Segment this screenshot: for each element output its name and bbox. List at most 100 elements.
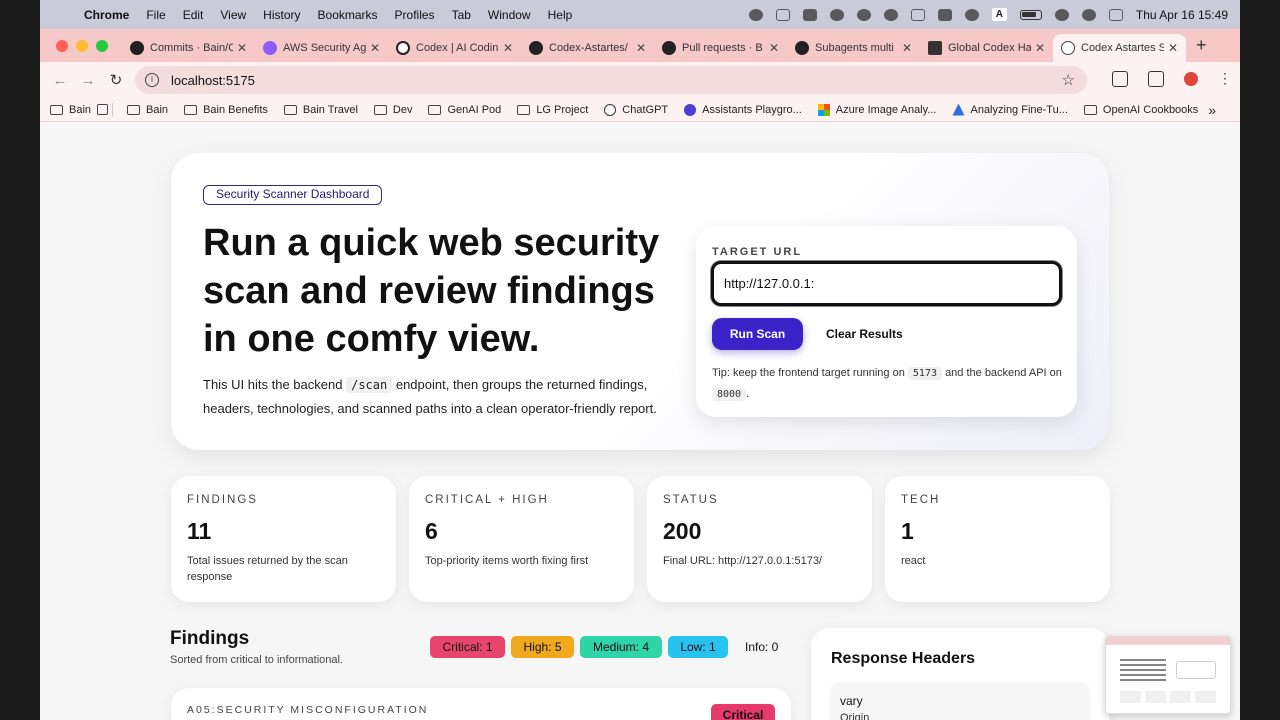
menu-file[interactable]: File bbox=[146, 8, 165, 22]
address-url[interactable]: localhost:5175 bbox=[171, 73, 255, 88]
thumbnail-toolbar bbox=[1106, 637, 1230, 645]
folder-icon bbox=[373, 104, 387, 115]
menubar-clock[interactable]: Thu Apr 16 15:49 bbox=[1136, 8, 1228, 22]
finding-category: A05:SECURITY MISCONFIGURATION bbox=[187, 704, 429, 716]
address-bar[interactable]: i localhost:5175 ☆ bbox=[135, 66, 1087, 94]
airplane-icon[interactable] bbox=[829, 8, 844, 21]
slack-icon[interactable] bbox=[883, 8, 898, 21]
back-icon[interactable]: ← bbox=[46, 72, 74, 89]
severity-low-chip[interactable]: Low: 1 bbox=[668, 636, 728, 658]
input-source-icon[interactable]: A bbox=[991, 8, 1007, 21]
close-tab-icon[interactable]: ✕ bbox=[370, 41, 380, 55]
forward-icon[interactable]: → bbox=[74, 72, 102, 89]
browser-tab[interactable]: Subagents multi ✕ bbox=[787, 34, 920, 62]
side-panel-icon[interactable] bbox=[1148, 70, 1164, 87]
bookmark-star-icon[interactable]: ☆ bbox=[1062, 71, 1075, 89]
run-scan-button[interactable]: Run Scan bbox=[712, 318, 803, 350]
control-center-icon[interactable] bbox=[1108, 8, 1123, 21]
browser-tab[interactable]: AWS Security Ag ✕ bbox=[255, 34, 388, 62]
close-tab-icon[interactable]: ✕ bbox=[902, 41, 912, 55]
stat-description: react bbox=[901, 555, 926, 567]
menu-edit[interactable]: Edit bbox=[183, 8, 204, 22]
wifi-icon[interactable] bbox=[1054, 8, 1069, 21]
browser-tab[interactable]: Commits · Bain/C ✕ bbox=[122, 34, 255, 62]
new-tab-button[interactable]: + bbox=[1196, 35, 1207, 56]
tab-label: AWS Security Ag bbox=[283, 42, 366, 54]
scan-tip: Tip: keep the frontend target running on… bbox=[712, 363, 1062, 405]
macos-menubar: Chrome File Edit View History Bookmarks … bbox=[40, 0, 1240, 29]
browser-tab[interactable]: Codex-Astartes/ ✕ bbox=[521, 34, 654, 62]
bookmark-item[interactable]: OpenAI Cookbooks bbox=[1083, 104, 1198, 116]
bookmark-label: Analyzing Fine-Tu... bbox=[970, 103, 1068, 116]
bookmark-item[interactable]: ChatGPT bbox=[604, 103, 668, 116]
more-bookmarks-icon[interactable]: » bbox=[1208, 102, 1216, 118]
more-menu-icon[interactable]: ⋮ bbox=[1218, 70, 1232, 87]
findings-subtitle: Sorted from critical to informational. bbox=[170, 654, 344, 666]
finding-card[interactable]: A05:SECURITY MISCONFIGURATION Critical bbox=[171, 688, 791, 720]
bookmark-item[interactable]: Azure Image Analy... bbox=[817, 103, 936, 116]
bookmark-item[interactable]: LG Project bbox=[517, 104, 588, 116]
bookmark-label: Bain bbox=[146, 103, 169, 116]
close-tab-icon[interactable]: ✕ bbox=[1035, 41, 1045, 55]
site-info-icon[interactable]: i bbox=[145, 73, 159, 87]
bookmark-item[interactable]: GenAI Pod bbox=[428, 104, 501, 116]
bookmark-item[interactable]: Bain Benefits bbox=[184, 104, 268, 116]
browser-tab[interactable]: Codex | AI Codin ✕ bbox=[388, 34, 521, 62]
minimize-window-button[interactable] bbox=[76, 39, 88, 52]
bookmark-item[interactable]: Analyzing Fine-Tu... bbox=[952, 103, 1068, 116]
lock-icon[interactable] bbox=[802, 8, 817, 21]
folder-icon bbox=[517, 104, 531, 115]
findings-title: Findings bbox=[170, 628, 250, 649]
bookmark-item[interactable]: Assistants Playgro... bbox=[684, 103, 802, 116]
menu-window[interactable]: Window bbox=[488, 8, 531, 22]
close-tab-icon[interactable]: ✕ bbox=[1168, 41, 1178, 55]
display-icon[interactable] bbox=[775, 8, 790, 21]
profile-avatar-icon[interactable] bbox=[1184, 71, 1198, 86]
reload-icon[interactable]: ↻ bbox=[102, 71, 130, 89]
stat-value: 11 bbox=[187, 518, 212, 544]
battery-icon[interactable] bbox=[1019, 9, 1042, 20]
tab-strip: Commits · Bain/C ✕ AWS Security Ag ✕ Codex… bbox=[40, 29, 1240, 62]
camera-icon[interactable] bbox=[910, 8, 925, 21]
apps-grid-icon[interactable] bbox=[97, 104, 109, 115]
extensions-icon[interactable] bbox=[1112, 70, 1128, 87]
cube-icon[interactable] bbox=[937, 8, 952, 21]
menu-history[interactable]: History bbox=[263, 8, 300, 22]
close-tab-icon[interactable]: ✕ bbox=[769, 41, 779, 55]
severity-high-chip[interactable]: High: 5 bbox=[511, 636, 574, 658]
stat-card-critical-high: CRITICAL + HIGH 6 Top-priority items wor… bbox=[409, 476, 634, 602]
menu-help[interactable]: Help bbox=[548, 8, 573, 22]
target-url-input[interactable] bbox=[711, 261, 1062, 306]
severity-info-chip[interactable]: Info: 0 bbox=[745, 636, 778, 658]
browser-tab-active[interactable]: Codex Astartes S ✕ bbox=[1053, 34, 1186, 62]
bookmark-item[interactable]: Bain bbox=[127, 104, 168, 116]
zoom-window-button[interactable] bbox=[96, 39, 108, 52]
menu-bookmarks[interactable]: Bookmarks bbox=[318, 8, 378, 22]
close-tab-icon[interactable]: ✕ bbox=[503, 41, 513, 55]
clear-results-button[interactable]: Clear Results bbox=[826, 318, 903, 350]
window-controls bbox=[56, 39, 108, 52]
menu-profiles[interactable]: Profiles bbox=[395, 8, 435, 22]
azure-icon bbox=[952, 103, 965, 116]
bluetooth-icon[interactable] bbox=[964, 8, 979, 21]
stat-value: 1 bbox=[901, 518, 914, 544]
record-icon[interactable] bbox=[748, 8, 763, 21]
close-tab-icon[interactable]: ✕ bbox=[636, 41, 646, 55]
bookmark-item[interactable]: Bain bbox=[50, 104, 91, 116]
grammarly-icon[interactable] bbox=[856, 8, 871, 21]
backend-port-code: 8000 bbox=[712, 388, 747, 401]
menu-tab[interactable]: Tab bbox=[452, 8, 471, 22]
bookmark-item[interactable]: Bain Travel bbox=[283, 104, 358, 116]
menu-app-name[interactable]: Chrome bbox=[84, 8, 129, 22]
browser-tab[interactable]: Global Codex Ha ✕ bbox=[920, 34, 1053, 62]
bookmark-item[interactable]: Dev bbox=[373, 104, 412, 116]
menu-view[interactable]: View bbox=[220, 8, 246, 22]
severity-critical-chip[interactable]: Critical: 1 bbox=[430, 636, 505, 658]
close-tab-icon[interactable]: ✕ bbox=[237, 41, 247, 55]
screen-preview-thumbnail[interactable] bbox=[1105, 636, 1231, 714]
close-window-button[interactable] bbox=[56, 39, 68, 52]
search-icon[interactable] bbox=[1081, 8, 1096, 21]
header-value: Origin bbox=[840, 712, 870, 720]
severity-medium-chip[interactable]: Medium: 4 bbox=[580, 636, 662, 658]
browser-tab[interactable]: Pull requests · B ✕ bbox=[654, 34, 787, 62]
